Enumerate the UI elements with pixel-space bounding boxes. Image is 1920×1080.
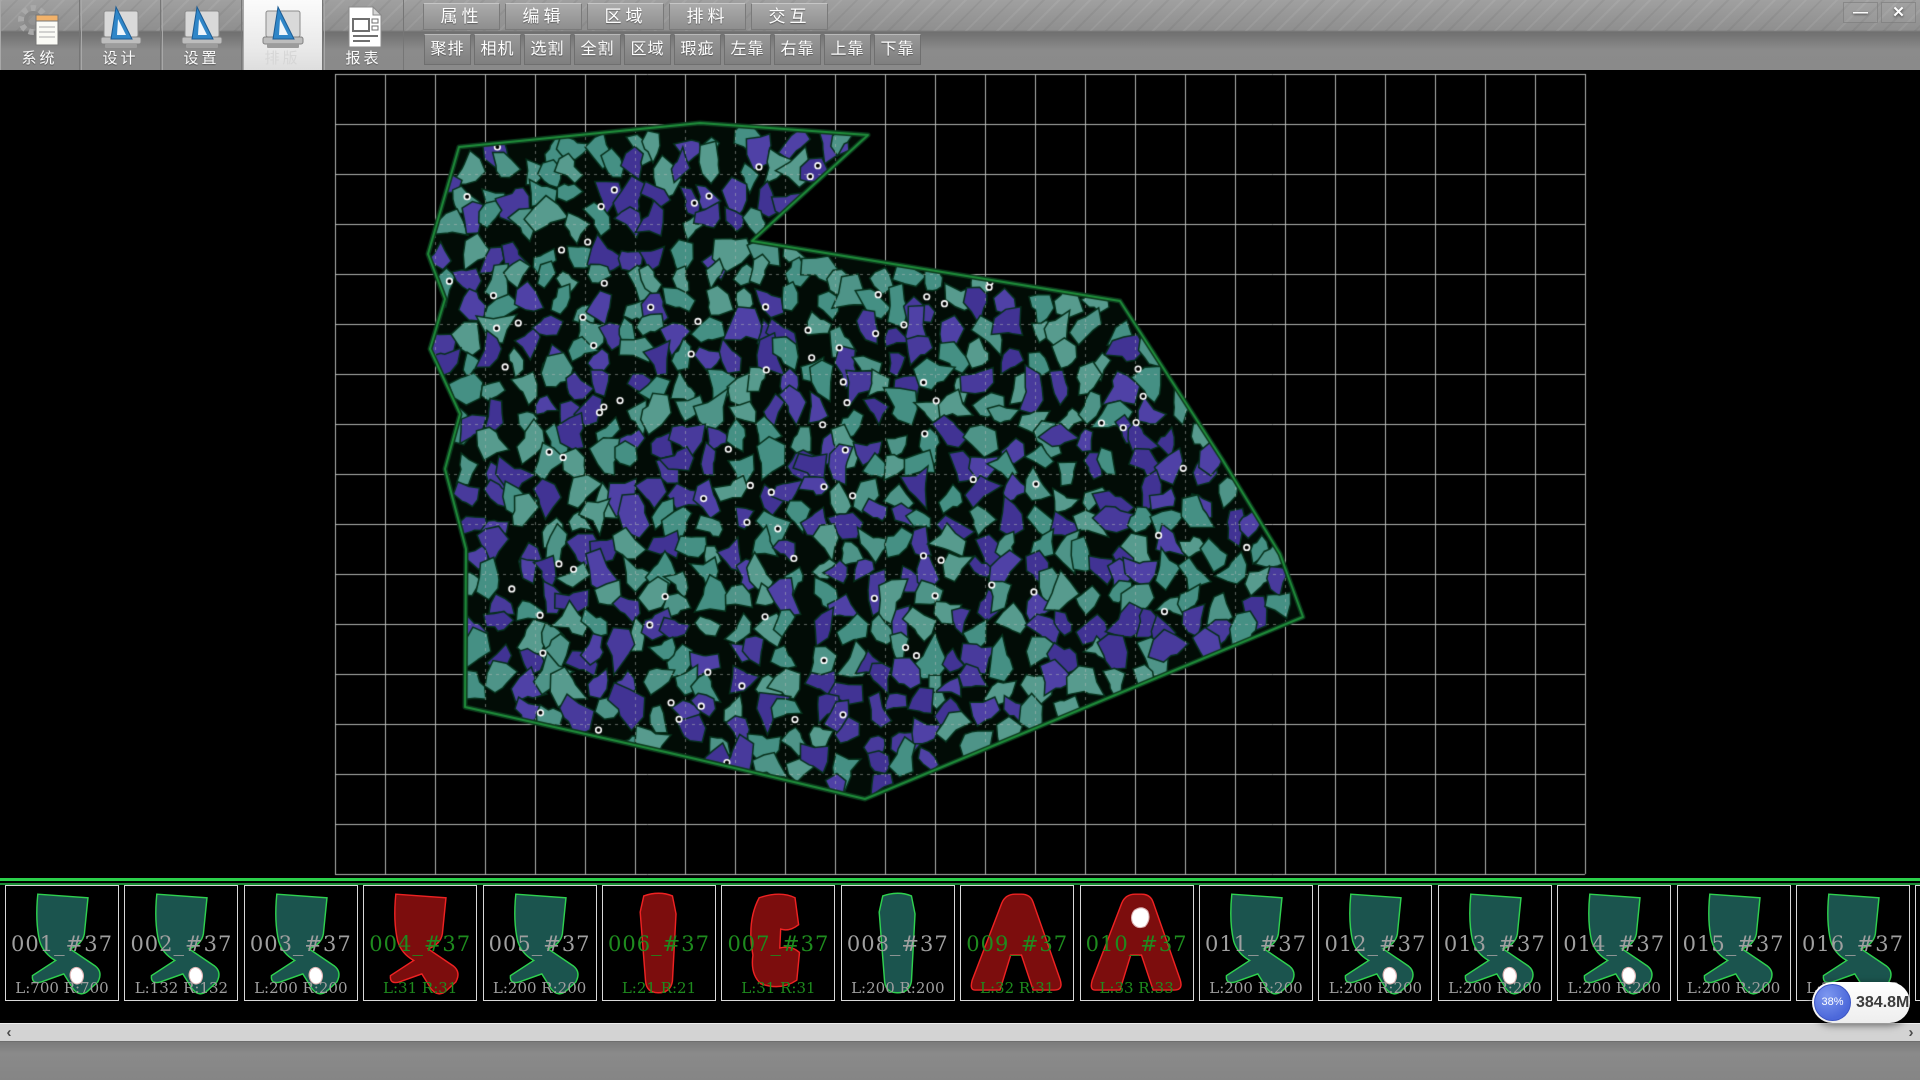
app-button-label: 设计: [81, 47, 160, 68]
app-button-nesting[interactable]: 排版: [243, 0, 323, 70]
nesting-canvas[interactable]: [0, 70, 1920, 878]
piece-id: 014_#37: [1558, 932, 1670, 956]
piece-lr-count: L:31 R:31: [722, 979, 834, 997]
action-button-camera[interactable]: 相机: [474, 34, 521, 65]
toolbar: 系统设计设置排版报表 属性编辑区域排料交互 聚排相机选割全割区域瑕疵左靠右靠上靠…: [0, 0, 1920, 70]
minimize-button[interactable]: —: [1843, 2, 1878, 23]
piece-thumbnail-008_#37[interactable]: 008_#37 L:200 R:200: [841, 885, 955, 1001]
piece-thumbnail-003_#37[interactable]: 003_#37 L:200 R:200: [244, 885, 358, 1001]
piece-lr-count: L:32 R:31: [961, 979, 1073, 997]
action-button-cut-all[interactable]: 全割: [574, 34, 621, 65]
piece-lr-count: L:132 R:132: [125, 979, 237, 997]
piece-id: 013_#37: [1439, 932, 1551, 956]
piece-thumbnail-010_#37[interactable]: 010_#37 L:33 R:33: [1080, 885, 1194, 1001]
piece-lr-count: L:200 R:200: [1439, 979, 1551, 997]
action-button-cluster-nest[interactable]: 聚排: [424, 34, 471, 65]
piece-lr-count: L:200 R:200: [484, 979, 596, 997]
piece-thumbnail-005_#37[interactable]: 005_#37 L:200 R:200: [483, 885, 597, 1001]
piece-thumbnail-011_#37[interactable]: 011_#37 L:200 R:200: [1199, 885, 1313, 1001]
piece-id: 012_#37: [1319, 932, 1431, 956]
progress-percent-badge: 38%: [1814, 984, 1851, 1021]
piece-id: 006_#37: [603, 932, 715, 956]
piece-lr-count: L:200 R:200: [1319, 979, 1431, 997]
app-button-system[interactable]: 系统: [0, 0, 80, 70]
piece-lr-count: L:200 R:200: [1558, 979, 1670, 997]
ruler-icon: [178, 3, 226, 51]
scroll-right-icon[interactable]: ›: [1902, 1024, 1920, 1042]
action-button-select-cut[interactable]: 选割: [524, 34, 571, 65]
strip-separator-line: [0, 878, 1920, 881]
action-button-snap-bottom[interactable]: 下靠: [874, 34, 921, 65]
action-button-defect[interactable]: 瑕疵: [674, 34, 721, 65]
piece-lr-count: L:700 R:700: [6, 979, 118, 997]
piece-lr-count: L:200 R:200: [1200, 979, 1312, 997]
piece-id: 003_#37: [245, 932, 357, 956]
action-button-snap-left[interactable]: 左靠: [724, 34, 771, 65]
menu-tab-nest[interactable]: 排料: [669, 3, 746, 30]
piece-id: 011_#37: [1200, 932, 1312, 956]
menu-tab-edit[interactable]: 编辑: [505, 3, 582, 30]
piece-lr-count: L:200 R:200: [245, 979, 357, 997]
piece-lr-count: L:21 R:21: [603, 979, 715, 997]
piece-thumbnail-001_#37[interactable]: 001_#37 L:700 R:700: [5, 885, 119, 1001]
scroll-left-icon[interactable]: ‹: [0, 1024, 18, 1042]
piece-id: 010_#37: [1081, 932, 1193, 956]
memory-status-badge: 38% 384.8M: [1812, 982, 1910, 1023]
piece-id: 009_#37: [961, 932, 1073, 956]
piece-thumbnail-012_#37[interactable]: 012_#37 L:200 R:200: [1318, 885, 1432, 1001]
action-button-snap-right[interactable]: 右靠: [774, 34, 821, 65]
menu-tab-region[interactable]: 区域: [587, 3, 664, 30]
app-window: 系统设计设置排版报表 属性编辑区域排料交互 聚排相机选割全割区域瑕疵左靠右靠上靠…: [0, 0, 1920, 1080]
piece-id: 004_#37: [364, 932, 476, 956]
piece-id: 002_#37: [125, 932, 237, 956]
piece-lr-count: L:200 R:200: [1678, 979, 1790, 997]
close-button[interactable]: ✕: [1881, 2, 1916, 23]
piece-id: 015_#37: [1678, 932, 1790, 956]
piece-id: 007_#37: [722, 932, 834, 956]
menu-tab-interact[interactable]: 交互: [751, 3, 828, 30]
piece-id: 005_#37: [484, 932, 596, 956]
piece-lr-count: L:33 R:33: [1081, 979, 1193, 997]
memory-value: 384.8M: [1856, 982, 1909, 1023]
piece-id: 016_#37: [1797, 932, 1909, 956]
piece-id: 001_#37: [6, 932, 118, 956]
app-button-report[interactable]: 报表: [324, 0, 404, 70]
piece-thumbnail-007_#37[interactable]: 007_#37 L:31 R:31: [721, 885, 835, 1001]
piece-lr-count: L:200 R:200: [842, 979, 954, 997]
window-bottom-frame: [0, 1041, 1920, 1080]
horizontal-scrollbar[interactable]: ‹ ›: [0, 1023, 1920, 1041]
piece-thumbnail-009_#37[interactable]: 009_#37 L:32 R:31: [960, 885, 1074, 1001]
piece-lr-count: L:31 R:31: [364, 979, 476, 997]
app-button-settings[interactable]: 设置: [162, 0, 242, 70]
piece-thumbnail-partial[interactable]: [1915, 885, 1920, 1001]
app-button-label: 报表: [324, 47, 403, 68]
menu-tab-properties[interactable]: 属性: [423, 3, 500, 30]
app-button-label: 排版: [243, 47, 322, 68]
action-button-region[interactable]: 区域: [624, 34, 671, 65]
piece-id: 008_#37: [842, 932, 954, 956]
action-button-snap-top[interactable]: 上靠: [824, 34, 871, 65]
piece-thumbnail-002_#37[interactable]: 002_#37 L:132 R:132: [124, 885, 238, 1001]
app-button-design[interactable]: 设计: [81, 0, 161, 70]
app-button-label: 系统: [0, 47, 79, 68]
ruler-icon: [97, 3, 145, 51]
report-doc-icon: [340, 3, 388, 51]
ruler-icon: [259, 3, 307, 51]
piece-thumbnail-015_#37[interactable]: 015_#37 L:200 R:200: [1677, 885, 1791, 1001]
piece-thumbnail-004_#37[interactable]: 004_#37 L:31 R:31: [363, 885, 477, 1001]
gear-doc-icon: [16, 3, 64, 51]
piece-thumbnail-013_#37[interactable]: 013_#37 L:200 R:200: [1438, 885, 1552, 1001]
app-button-label: 设置: [162, 47, 241, 68]
piece-thumbnail-014_#37[interactable]: 014_#37 L:200 R:200: [1557, 885, 1671, 1001]
piece-thumbnail-006_#37[interactable]: 006_#37 L:21 R:21: [602, 885, 716, 1001]
